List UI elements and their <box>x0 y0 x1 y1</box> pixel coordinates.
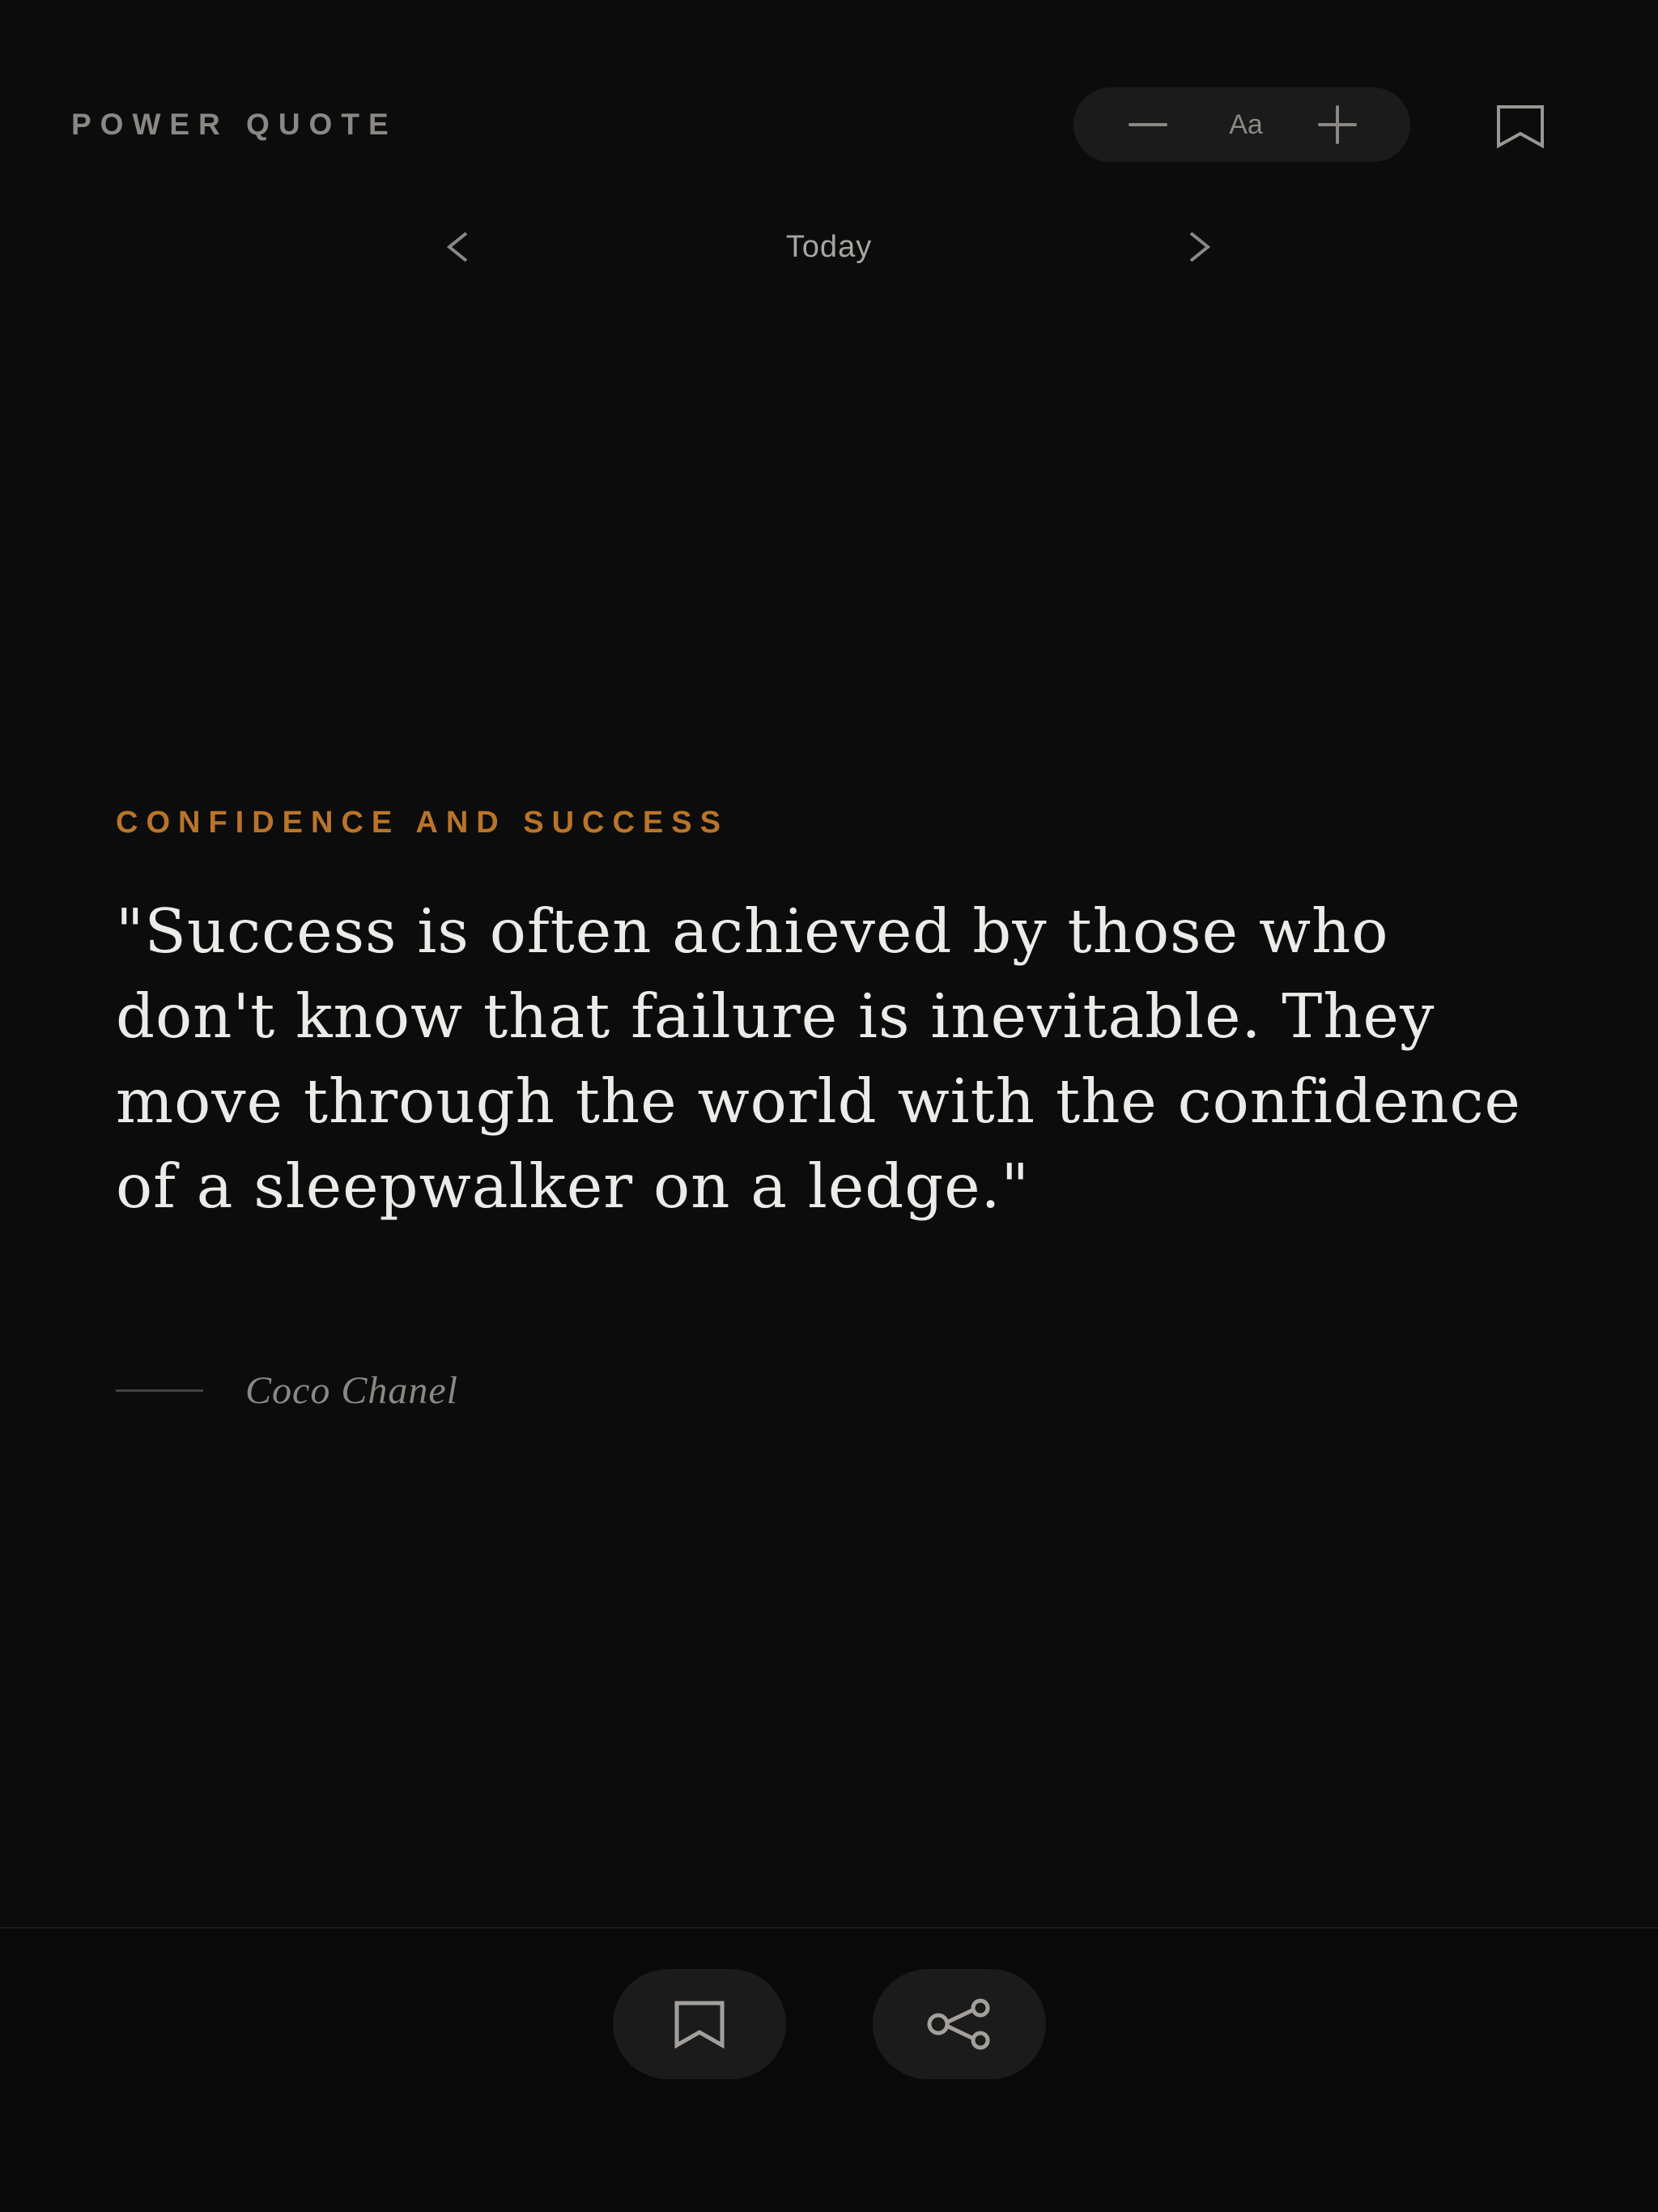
bottom-action-bar <box>0 1927 1658 2212</box>
bookmarks-button[interactable] <box>1494 104 1546 149</box>
date-title: Today <box>785 230 873 264</box>
chevron-left-icon <box>446 232 468 262</box>
quote-text: "Success is often achieved by those who … <box>116 895 1521 1222</box>
chevron-right-icon <box>1189 232 1211 262</box>
minus-icon[interactable] <box>1129 123 1167 126</box>
previous-day-button[interactable] <box>438 227 478 267</box>
share-quote-button[interactable] <box>873 1969 1046 2079</box>
quote-author: Coco Chanel <box>245 1369 458 1412</box>
font-size-label: Aa <box>1229 109 1263 140</box>
font-size-control: Aa <box>1073 87 1410 162</box>
share-icon <box>927 1998 990 2050</box>
author-divider <box>116 1389 203 1392</box>
app-title: POWER QUOTE <box>71 108 397 141</box>
plus-icon[interactable] <box>1318 105 1357 144</box>
bookmark-icon <box>674 2001 725 2048</box>
next-day-button[interactable] <box>1179 227 1219 267</box>
bookmark-icon <box>1497 105 1544 149</box>
quote-category: CONFIDENCE AND SUCCESS <box>116 806 729 840</box>
save-quote-button[interactable] <box>613 1969 786 2079</box>
